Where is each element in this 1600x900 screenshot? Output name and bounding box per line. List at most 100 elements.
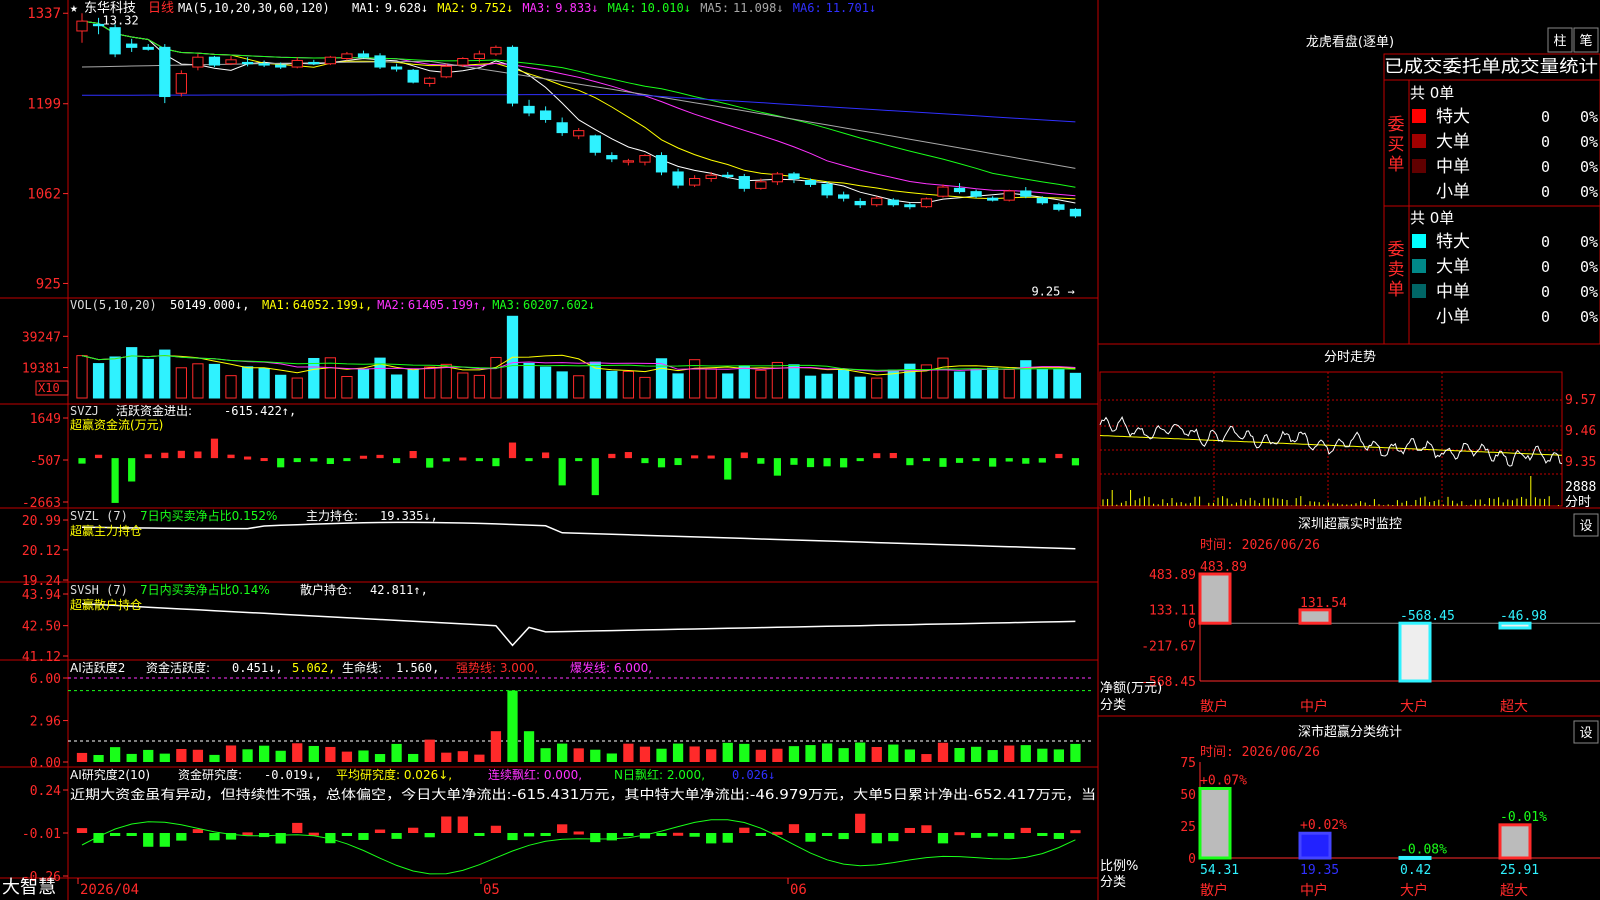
candle	[920, 198, 933, 208]
svzj-bar	[128, 458, 136, 482]
svzl-ytick-label: 20.12	[22, 544, 61, 559]
vol-ma-label-2: MA2:	[377, 298, 406, 312]
ai-active-bar	[821, 743, 833, 762]
ma-line-3	[81, 20, 1076, 197]
sell-label-char: 卖	[1388, 260, 1405, 280]
sell-row-swatch	[1412, 309, 1426, 323]
szm-value-label: 131.54	[1300, 596, 1347, 611]
candle	[258, 63, 270, 66]
volume-bar	[705, 368, 717, 399]
buy-row-swatch	[1412, 109, 1426, 123]
buy-row-count: 0	[1541, 158, 1550, 176]
svzl-panel[interactable]: 20.99 20.12 19.24	[22, 514, 1076, 589]
sz-classify-xlabel: 分类	[1100, 875, 1126, 890]
ai-research-bar	[258, 833, 270, 838]
xtick-label-0: 2026/04	[80, 882, 139, 898]
ai-active-ytick-label: 0.00	[30, 756, 61, 771]
intraday-ytick-label: 9.46	[1565, 424, 1596, 439]
ai-active-bar	[209, 754, 220, 762]
svsh-ytick-label: 43.94	[22, 588, 61, 603]
ai-active-bar	[176, 748, 187, 762]
main-kline-panel[interactable]: 13371199106292513.329.25 →MA1: 9.628↓ MA2:…	[27, 1, 1082, 298]
ai-research-bar	[623, 833, 634, 836]
svzj-bar	[1005, 458, 1013, 462]
svzj-bar	[922, 458, 931, 462]
ai-research-bar	[408, 827, 419, 833]
candle	[440, 65, 452, 78]
svzj-bar	[641, 458, 649, 464]
ai-active-bar	[341, 751, 353, 762]
candle	[887, 199, 899, 206]
svzj-bar	[243, 456, 252, 460]
buy-row-swatch	[1412, 134, 1426, 148]
volume-bar	[722, 373, 734, 399]
svzj-bar	[1055, 453, 1063, 459]
svzl-label1: 7日内买卖净占比0.152%	[140, 508, 277, 523]
svzj-bar	[111, 458, 119, 503]
volume-bar	[838, 368, 850, 399]
candle	[573, 130, 585, 137]
candle	[705, 174, 717, 180]
sell-row-pct: 0%	[1580, 308, 1598, 326]
sell-label-char: 委	[1388, 240, 1405, 260]
svzj-bar	[475, 458, 483, 462]
szc-ytick-label: 0	[1188, 852, 1196, 867]
sell-row-count: 0	[1541, 308, 1550, 326]
svzj-bar	[260, 458, 268, 462]
sell-row-pct: 0%	[1580, 233, 1598, 251]
candle	[506, 46, 519, 104]
volume-bar	[341, 375, 353, 399]
ai-active-bar	[358, 750, 369, 762]
buy-row-count: 0	[1541, 183, 1550, 201]
ai-active-bar	[937, 742, 949, 762]
volume-bar	[987, 367, 999, 399]
candle	[871, 197, 883, 206]
candle	[473, 53, 486, 59]
sz-classify-settings-label: 设	[1579, 726, 1592, 741]
svzj-bar	[326, 458, 334, 464]
volume-bar	[440, 363, 452, 399]
candle	[589, 135, 601, 153]
dragon-tiger-title: 龙虎看盘(逐单)	[1306, 34, 1394, 50]
intraday-title: 分时走势	[1324, 349, 1376, 365]
svzj-panel[interactable]: 1649 -507 -2663	[22, 412, 1080, 511]
vol-ytick-label: 19381	[22, 362, 61, 377]
ai-research-bar	[341, 833, 353, 836]
ai-active-bar	[855, 742, 866, 762]
stroke-mode-label: 笔	[1579, 33, 1592, 49]
chart-canvas[interactable]: 13371199106292513.329.25 →MA1: 9.628↓ MA2:…	[0, 0, 1600, 900]
ai-research-bar	[292, 822, 303, 833]
svzj-bar	[310, 458, 318, 462]
svzj-label: 活跃资金进出:	[116, 403, 192, 418]
low-price-label: 9.25 →	[1031, 284, 1074, 298]
ai-research-bar	[209, 833, 220, 841]
svsh-panel[interactable]: 43.94 42.50 41.12	[22, 588, 1076, 665]
ma-line-4	[81, 20, 1076, 188]
right-side-panels[interactable]: 委买单委卖单特大 0 0%大单 0 0%中单 0 0%小单 0 0%特大 0 0%大单 0 0%中单 0 0…	[1099, 53, 1600, 899]
ai-research-bar	[457, 816, 468, 833]
volume-bar	[755, 369, 767, 399]
favorite-star-icon[interactable]: ★	[70, 1, 78, 16]
sz-classify-ylabel: 比例%	[1100, 859, 1138, 874]
svzj-bar	[674, 458, 682, 466]
candle	[192, 56, 204, 68]
sz-monitor-title: 深圳超赢实时监控	[1298, 516, 1402, 532]
ai-active-bar	[507, 690, 518, 762]
period-label[interactable]: 日线	[148, 1, 174, 16]
ai-active-bar	[275, 750, 286, 762]
ai-active-panel[interactable]: 6.00 2.96 0.00	[30, 672, 1094, 771]
candle	[788, 173, 800, 180]
volume-bar	[159, 349, 171, 399]
ai-research-bar	[159, 833, 170, 847]
ai-active-bar	[1037, 748, 1048, 762]
candle	[953, 187, 966, 193]
svzj-bar	[1071, 458, 1080, 466]
ma-legend-value-5: 11.098↓	[733, 1, 784, 15]
ai-active-bar	[292, 743, 303, 762]
ai-active-value2: 5.062,	[292, 661, 335, 675]
ma-legend-value-3: 9.833↓	[555, 1, 598, 15]
candle	[275, 64, 287, 68]
volume-panel[interactable]: 39247 19381 MA1: 64052.199↓, MA2: 61405.199↑,…	[22, 298, 1082, 399]
svzj-bar	[392, 458, 401, 464]
ai-active-bar	[424, 739, 435, 762]
